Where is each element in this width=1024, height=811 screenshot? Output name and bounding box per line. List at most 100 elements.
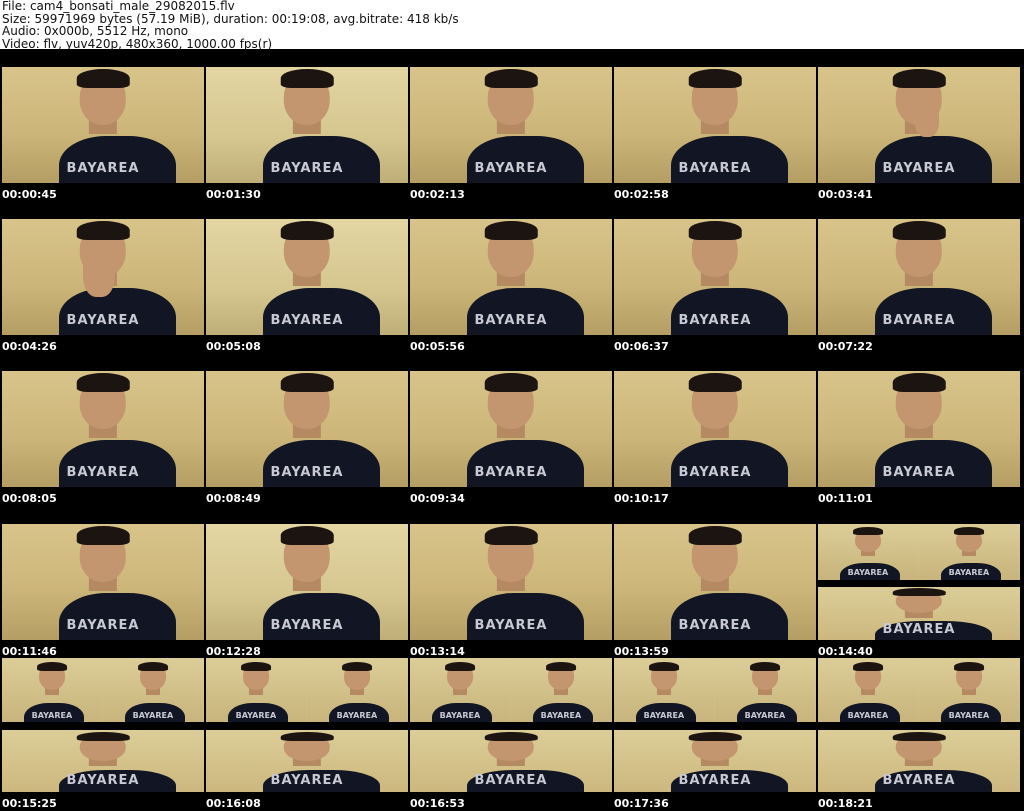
thumbnail-cell[interactable]: BAYAREA 00:08:05: [0, 353, 204, 505]
video-frame: BAYAREA: [818, 219, 1020, 335]
lower-frame-half: BAYAREA: [206, 730, 408, 792]
mini-frame-strip: BAYAREA BAYAREA: [410, 658, 612, 723]
mini-frame: BAYAREA: [715, 658, 815, 723]
person-hair: [484, 69, 538, 88]
video-frame: BAYAREA: [410, 67, 612, 183]
mini-frame: BAYAREA: [307, 658, 407, 723]
thumbnail-cell[interactable]: BAYAREA BAYAREA BAYAREA 00:16:53: [408, 658, 612, 810]
shirt-print: BAYAREA: [235, 710, 277, 720]
person-hand: [82, 244, 116, 297]
mini-frame: BAYAREA: [2, 658, 102, 723]
thumbnail-cell[interactable]: BAYAREA BAYAREA BAYAREA 00:16:08: [204, 658, 408, 810]
shirt-print: BAYAREA: [66, 161, 140, 177]
thumbnail-cell[interactable]: BAYAREA 00:07:22: [816, 201, 1020, 353]
mini-frame: BAYAREA: [410, 658, 510, 723]
thumbnail-cell[interactable]: BAYAREA 00:03:41: [816, 49, 1020, 201]
shirt-print: BAYAREA: [678, 773, 752, 789]
person-hair: [280, 221, 334, 240]
video-frame: BAYAREA BAYAREA BAYAREA: [206, 658, 408, 792]
shirt-print: BAYAREA: [643, 710, 685, 720]
file-info-header: File: cam4_bonsati_male_29082015.flv Siz…: [2, 0, 1022, 50]
thumbnail-cell[interactable]: BAYAREA BAYAREA BAYAREA 00:14:40: [816, 506, 1020, 658]
timestamp-label: 00:00:45: [2, 188, 57, 201]
person-hair: [36, 661, 67, 671]
video-frame: BAYAREA BAYAREA BAYAREA: [818, 658, 1020, 792]
thumbnail-cell[interactable]: BAYAREA 00:12:28: [204, 506, 408, 658]
person-hair: [892, 587, 946, 597]
shirt-print: BAYAREA: [132, 710, 174, 720]
thumbnail-cell[interactable]: BAYAREA 00:01:30: [204, 49, 408, 201]
person-hair: [953, 527, 984, 536]
thumbnail-cell[interactable]: BAYAREA BAYAREA BAYAREA 00:17:36: [612, 658, 816, 810]
timestamp-label: 00:04:26: [2, 340, 57, 353]
shirt-print: BAYAREA: [474, 618, 548, 634]
thumbnail-cell[interactable]: BAYAREA BAYAREA BAYAREA 00:18:21: [816, 658, 1020, 810]
person-hair: [444, 661, 475, 671]
person-hair: [688, 373, 742, 392]
shirt-print: BAYAREA: [270, 161, 344, 177]
shirt-print: BAYAREA: [948, 710, 990, 720]
timestamp-label: 00:10:17: [614, 492, 669, 505]
thumbnail-cell[interactable]: BAYAREA 00:05:08: [204, 201, 408, 353]
thumbnail-cell[interactable]: BAYAREA 00:06:37: [612, 201, 816, 353]
timestamp-label: 00:18:21: [818, 797, 873, 810]
lower-frame-half: BAYAREA: [410, 730, 612, 792]
shirt-print: BAYAREA: [678, 465, 752, 481]
shirt-print: BAYAREA: [439, 710, 481, 720]
timestamp-label: 00:15:25: [2, 797, 57, 810]
shirt-print: BAYAREA: [540, 710, 582, 720]
person-hair: [545, 661, 576, 671]
shirt-print: BAYAREA: [66, 618, 140, 634]
thumbnail-cell[interactable]: BAYAREA 00:11:46: [0, 506, 204, 658]
thumbnail-cell[interactable]: BAYAREA 00:11:01: [816, 353, 1020, 505]
person-hair: [648, 661, 679, 671]
timestamp-label: 00:11:46: [2, 645, 57, 658]
person-hair: [892, 69, 946, 88]
thumbnail-cell[interactable]: BAYAREA 00:13:59: [612, 506, 816, 658]
shirt-print: BAYAREA: [847, 568, 889, 578]
thumbnail-cell[interactable]: BAYAREA 00:13:14: [408, 506, 612, 658]
person-hair: [280, 69, 334, 88]
thumbnail-cell[interactable]: BAYAREA 00:00:45: [0, 49, 204, 201]
thumbnail-cell[interactable]: BAYAREA BAYAREA BAYAREA 00:15:25: [0, 658, 204, 810]
mini-frame: BAYAREA: [818, 524, 918, 580]
thumbnail-cell[interactable]: BAYAREA 00:02:58: [612, 49, 816, 201]
mini-frame: BAYAREA: [919, 524, 1019, 580]
video-frame: BAYAREA: [2, 219, 204, 335]
person-hair: [484, 373, 538, 392]
mini-frame-strip: BAYAREA BAYAREA: [818, 658, 1020, 723]
video-frame: BAYAREA: [206, 67, 408, 183]
timestamp-label: 00:05:08: [206, 340, 261, 353]
timestamp-label: 00:07:22: [818, 340, 873, 353]
person-hair: [280, 373, 334, 392]
thumbnail-cell[interactable]: BAYAREA 00:05:56: [408, 201, 612, 353]
shirt-print: BAYAREA: [678, 313, 752, 329]
video-frame: BAYAREA BAYAREA BAYAREA: [614, 658, 816, 792]
thumbnail-cell[interactable]: BAYAREA 00:04:26: [0, 201, 204, 353]
shirt-print: BAYAREA: [678, 618, 752, 634]
timestamp-label: 00:17:36: [614, 797, 669, 810]
timestamp-label: 00:08:49: [206, 492, 261, 505]
video-frame: BAYAREA: [614, 219, 816, 335]
thumbnail-cell[interactable]: BAYAREA 00:09:34: [408, 353, 612, 505]
thumbnail-cell[interactable]: BAYAREA 00:10:17: [612, 353, 816, 505]
video-frame: BAYAREA: [206, 219, 408, 335]
thumbnail-cell[interactable]: BAYAREA 00:02:13: [408, 49, 612, 201]
shirt-print: BAYAREA: [31, 710, 73, 720]
thumbnail-grid: BAYAREA 00:00:45 BAYAREA 00:01:30 BAYAREA 00:…: [0, 49, 1024, 811]
shirt-print: BAYAREA: [882, 313, 956, 329]
video-frame: BAYAREA: [206, 524, 408, 640]
person-hair: [76, 731, 130, 742]
timestamp-label: 00:09:34: [410, 492, 465, 505]
shirt-print: BAYAREA: [474, 465, 548, 481]
person-hair: [892, 731, 946, 742]
shirt-print: BAYAREA: [678, 161, 752, 177]
shirt-print: BAYAREA: [474, 161, 548, 177]
shirt-print: BAYAREA: [744, 710, 786, 720]
thumbnail-cell[interactable]: BAYAREA 00:08:49: [204, 353, 408, 505]
person-hair: [76, 221, 130, 240]
timestamp-label: 00:03:41: [818, 188, 873, 201]
person-hair: [688, 221, 742, 240]
shirt-print: BAYAREA: [474, 313, 548, 329]
video-frame: BAYAREA: [410, 219, 612, 335]
